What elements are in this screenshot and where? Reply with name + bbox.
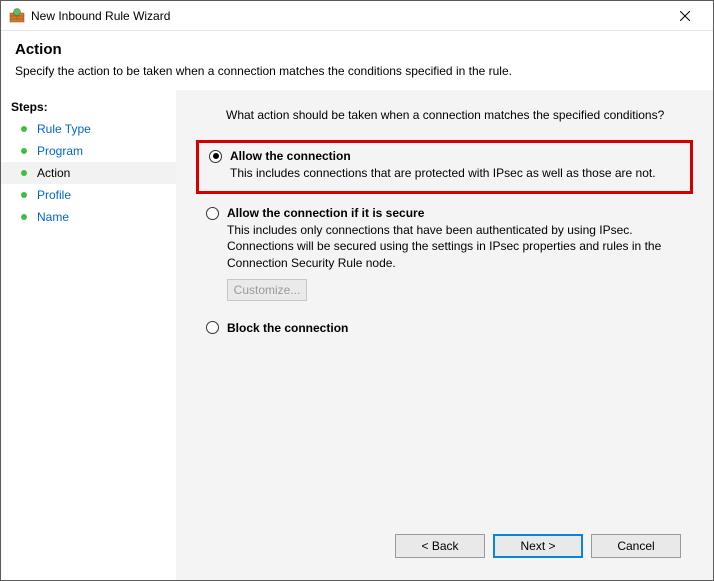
radio-allow[interactable]: Allow the connection [209, 149, 680, 163]
step-action[interactable]: Action [1, 162, 176, 184]
step-label: Name [37, 210, 69, 224]
radio-desc: This includes connections that are prote… [230, 165, 680, 181]
firewall-icon [9, 8, 25, 24]
step-profile[interactable]: Profile [1, 184, 176, 206]
radio-allow-secure[interactable]: Allow the connection if it is secure [206, 206, 683, 220]
step-label: Action [37, 166, 70, 180]
wizard-body: Steps: Rule Type Program Action Profile … [1, 90, 713, 580]
window-title: New Inbound Rule Wizard [31, 9, 665, 23]
step-rule-type[interactable]: Rule Type [1, 118, 176, 140]
bullet-icon [21, 214, 27, 220]
option-block-connection: Block the connection [196, 315, 693, 345]
radio-label: Allow the connection if it is secure [227, 206, 424, 220]
radio-icon [206, 207, 219, 220]
wizard-window: New Inbound Rule Wizard Action Specify t… [0, 0, 714, 581]
radio-icon [206, 321, 219, 334]
steps-heading: Steps: [1, 96, 176, 118]
action-prompt: What action should be taken when a conne… [226, 108, 693, 122]
steps-sidebar: Steps: Rule Type Program Action Profile … [1, 90, 176, 580]
wizard-footer: < Back Next > Cancel [196, 524, 693, 570]
page-title: Action [15, 41, 699, 58]
titlebar: New Inbound Rule Wizard [1, 1, 713, 31]
bullet-icon [21, 170, 27, 176]
cancel-button[interactable]: Cancel [591, 534, 681, 558]
back-button[interactable]: < Back [395, 534, 485, 558]
radio-label: Block the connection [227, 321, 348, 335]
bullet-icon [21, 126, 27, 132]
page-description: Specify the action to be taken when a co… [15, 64, 699, 78]
option-allow-secure: Allow the connection if it is secure Thi… [196, 200, 693, 311]
radio-label: Allow the connection [230, 149, 351, 163]
customize-button: Customize... [227, 279, 307, 301]
radio-desc: This includes only connections that have… [227, 222, 683, 271]
next-button[interactable]: Next > [493, 534, 583, 558]
option-allow-highlighted: Allow the connection This includes conne… [196, 140, 693, 194]
bullet-icon [21, 192, 27, 198]
close-button[interactable] [665, 2, 705, 30]
step-program[interactable]: Program [1, 140, 176, 162]
radio-icon [209, 150, 222, 163]
step-label: Rule Type [37, 122, 91, 136]
step-label: Profile [37, 188, 71, 202]
wizard-header: Action Specify the action to be taken wh… [1, 31, 713, 90]
close-icon [680, 11, 690, 21]
step-name[interactable]: Name [1, 206, 176, 228]
radio-block[interactable]: Block the connection [206, 321, 683, 335]
step-label: Program [37, 144, 83, 158]
bullet-icon [21, 148, 27, 154]
main-panel: What action should be taken when a conne… [176, 90, 713, 580]
